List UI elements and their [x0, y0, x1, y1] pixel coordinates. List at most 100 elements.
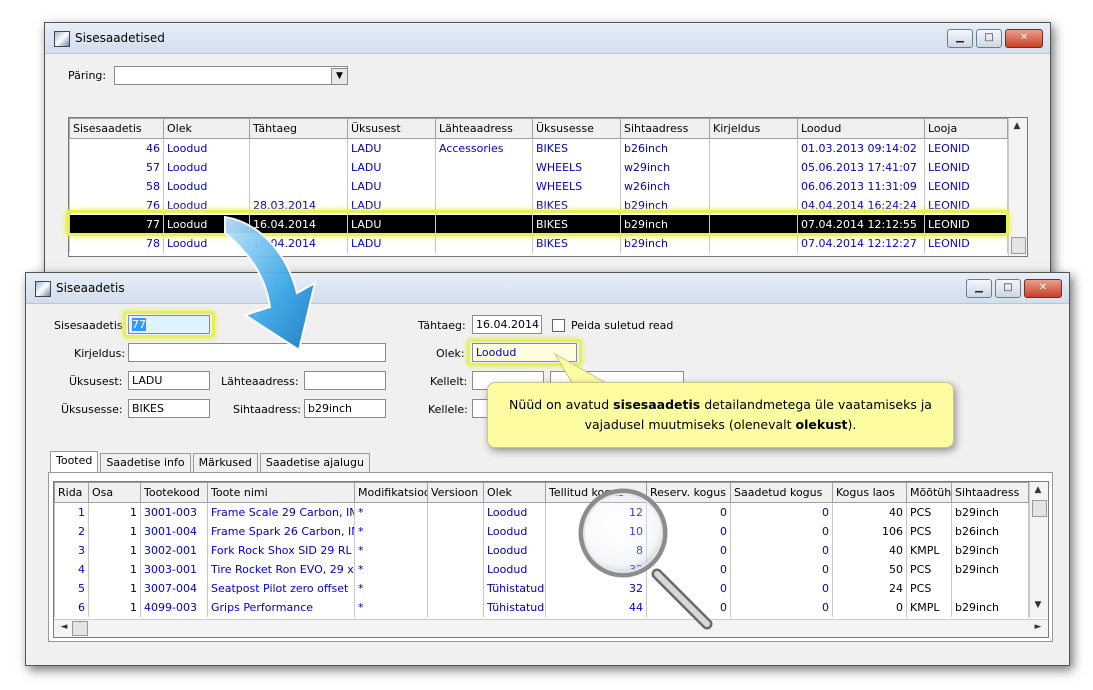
table-cell: 3003-001 — [140, 560, 208, 579]
table-cell: 0 — [730, 522, 833, 541]
scroll-thumb[interactable] — [72, 621, 88, 636]
column-header[interactable]: Olek — [163, 118, 250, 139]
table-cell: * — [354, 522, 428, 541]
vertical-scrollbar[interactable]: ▲ ▼ — [1029, 482, 1048, 618]
table-cell: 0 — [832, 598, 907, 617]
column-header[interactable]: Tähtaeg — [249, 118, 348, 139]
table-cell — [427, 598, 484, 617]
column-header[interactable]: Loodud — [797, 118, 925, 139]
table-cell: 5 — [54, 579, 89, 598]
table-cell: LEONID — [924, 138, 1008, 158]
table-row[interactable]: 4 1 3003-001 Tire Rocket Ron EVO, 29 x * Lood… — [54, 560, 1029, 579]
column-header[interactable]: Mõõtühik — [906, 482, 952, 503]
column-header[interactable]: Rida — [54, 482, 89, 503]
table-cell: LADU — [347, 215, 436, 234]
tab-saadetise-info[interactable]: Saadetise info — [100, 453, 191, 473]
table-cell: LEONID — [924, 234, 1008, 253]
table-cell: * — [354, 560, 428, 579]
column-header[interactable]: Sihtaadress — [951, 482, 1029, 503]
column-header[interactable]: Modifikatsioon — [354, 482, 428, 503]
query-label: Päring: — [68, 69, 107, 82]
table-cell: b26inch — [620, 138, 710, 158]
table-cell: b29inch — [951, 560, 1029, 579]
column-header[interactable]: Sihtaadress — [620, 118, 710, 139]
table-cell: LADU — [347, 177, 436, 196]
minimize-button[interactable]: ▁ — [966, 279, 992, 298]
table-row[interactable]: 76 Loodud 28.03.2014 LADU BIKES b29inch 04.04.… — [69, 196, 1008, 215]
column-header[interactable]: Kirjeldus — [709, 118, 798, 139]
table-cell: Grips Performance — [207, 598, 355, 617]
uksusest-field[interactable]: LADU — [128, 371, 210, 390]
close-button[interactable]: ✕ — [1005, 29, 1043, 48]
scroll-thumb[interactable] — [1032, 500, 1047, 517]
query-select[interactable] — [114, 66, 348, 85]
table-cell — [427, 579, 484, 598]
column-header[interactable]: Toote nimi — [207, 482, 355, 503]
table-cell: Loodud — [483, 502, 546, 522]
maximize-button[interactable]: □ — [976, 29, 1002, 48]
table-row[interactable]: 2 1 3001-004 Frame Spark 26 Carbon, IM * Lood… — [54, 522, 1029, 541]
uksusesse-label: Üksusesse: — [61, 403, 123, 416]
table-cell: 24 — [832, 579, 907, 598]
column-header[interactable]: Osa — [88, 482, 141, 503]
table-cell: Tire Rocket Ron EVO, 29 x — [207, 560, 355, 579]
uksusest-label: Üksusest: — [69, 375, 123, 388]
scroll-thumb[interactable] — [1011, 237, 1026, 254]
column-header[interactable]: Olek — [483, 482, 546, 503]
chevron-down-icon[interactable]: ▼ — [331, 68, 348, 85]
table-cell: PCS — [906, 579, 952, 598]
table-row[interactable]: 46 Loodud LADU Accessories BIKES b26inch 01.03… — [69, 138, 1008, 158]
column-header[interactable]: Saadetud kogus — [730, 482, 833, 503]
tahtaeg-field[interactable]: 16.04.2014 — [472, 315, 542, 334]
column-header[interactable]: Tootekood — [140, 482, 208, 503]
column-header[interactable]: Versioon — [427, 482, 484, 503]
table-cell: WHEELS — [532, 177, 621, 196]
table-cell: 1 — [88, 579, 141, 598]
window-title: Siseaadetis — [56, 281, 125, 295]
table-cell: 07.04.2014 12:12:55 — [797, 215, 925, 234]
vertical-scrollbar[interactable]: ▲ — [1008, 118, 1027, 256]
olek-label: Olek: — [436, 347, 465, 360]
table-row[interactable]: 6 1 4099-003 Grips Performance * Tühistatud 44… — [54, 598, 1029, 617]
lahteaadress-field[interactable] — [304, 371, 386, 390]
callout-text-3: ). — [847, 417, 857, 432]
close-button[interactable]: ✕ — [1024, 279, 1062, 298]
sihtaadress-field[interactable]: b29inch — [304, 399, 386, 418]
column-header[interactable]: Kogus laos — [832, 482, 907, 503]
table-row[interactable]: 78 Loodud 16.04.2014 LADU BIKES b29inch 07.04.… — [69, 234, 1008, 253]
column-header[interactable]: Looja — [924, 118, 1008, 139]
horizontal-scrollbar[interactable]: ◄ ► — [54, 619, 1048, 637]
table-row[interactable]: 3 1 3002-001 Fork Rock Shox SID 29 RL * Loodu… — [54, 541, 1029, 560]
table-cell: 1 — [88, 522, 141, 541]
table-row[interactable]: 57 Loodud LADU WHEELS w29inch 05.06.2013 17:4… — [69, 158, 1008, 177]
peida-checkbox[interactable] — [552, 319, 565, 332]
tab-tooted[interactable]: Tooted — [50, 451, 99, 474]
uksusesse-field[interactable]: BIKES — [128, 399, 210, 418]
table-cell: * — [354, 502, 428, 522]
table-cell: b29inch — [620, 234, 710, 253]
tahtaeg-label: Tähtaeg: — [418, 319, 466, 332]
table-row[interactable]: 1 1 3001-003 Frame Scale 29 Carbon, IMI * Loo… — [54, 502, 1029, 522]
table-cell: WHEELS — [532, 158, 621, 177]
table-cell: w26inch — [620, 177, 710, 196]
sisesaadetis-field[interactable]: 77 — [128, 315, 210, 334]
table-cell: 106 — [832, 522, 907, 541]
column-header[interactable]: Sisesaadetis — [69, 118, 164, 139]
maximize-button[interactable]: □ — [995, 279, 1021, 298]
tab-saadetise-ajalugu[interactable]: Saadetise ajalugu — [259, 453, 370, 473]
column-header[interactable]: Üksusest — [347, 118, 436, 139]
table-cell — [249, 177, 348, 196]
app-icon — [35, 281, 51, 297]
table-cell: 78 — [69, 234, 164, 253]
column-header[interactable]: Üksusesse — [532, 118, 621, 139]
minimize-button[interactable]: ▁ — [947, 29, 973, 48]
table-row[interactable]: 5 1 3007-004 Seatpost Pilot zero offset * Tüh… — [54, 579, 1029, 598]
table-cell: 3001-004 — [140, 522, 208, 541]
table-row[interactable]: 58 Loodud LADU WHEELS w26inch 06.06.2013 11:3… — [69, 177, 1008, 196]
lahteaadress-label: Lähteaadress: — [221, 375, 299, 388]
table-cell — [709, 177, 798, 196]
table-row[interactable]: 77 Loodud 16.04.2014 LADU BIKES b29inch 07.04.… — [69, 215, 1008, 234]
column-header[interactable]: Lähteaadress — [435, 118, 533, 139]
table-cell: LEONID — [924, 215, 1008, 234]
tab-markused[interactable]: Märkused — [192, 453, 258, 473]
